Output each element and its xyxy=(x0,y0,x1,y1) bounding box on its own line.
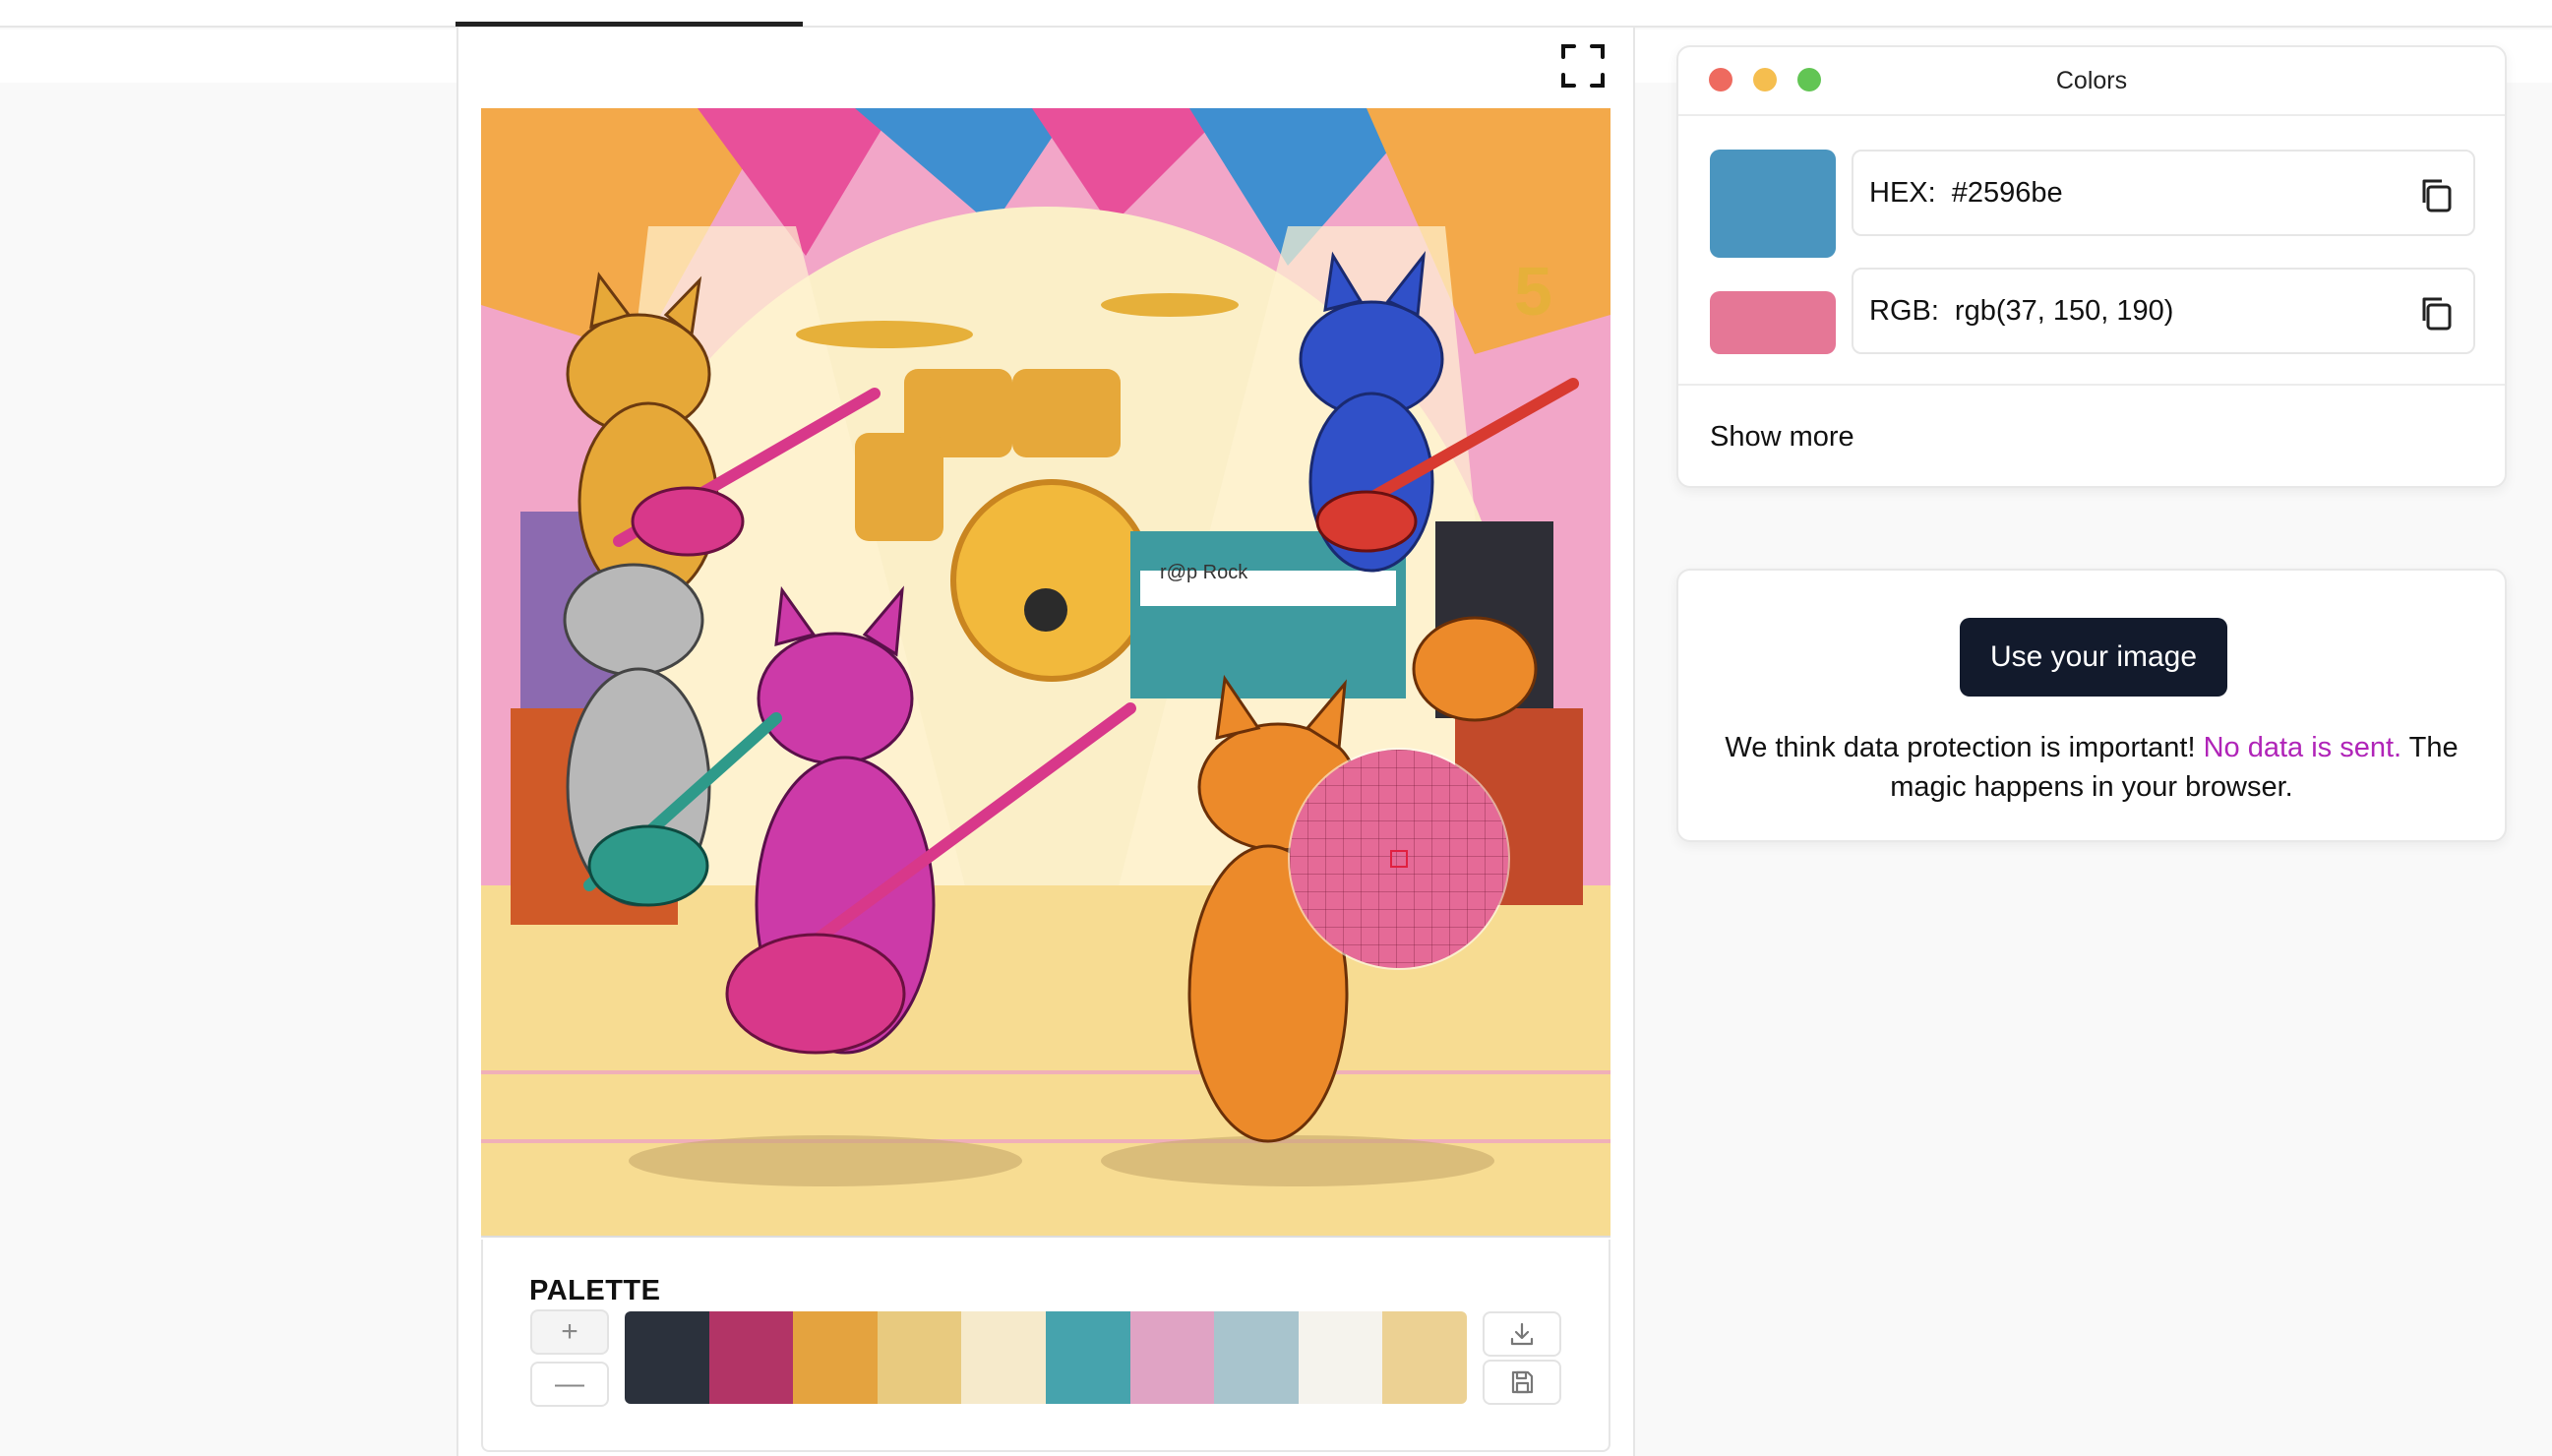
divider xyxy=(1678,384,2505,386)
palette-swatch[interactable] xyxy=(625,1311,709,1404)
palette-title: PALETTE xyxy=(529,1275,661,1306)
hex-label: HEX: xyxy=(1869,176,1936,209)
palette-swatch[interactable] xyxy=(1129,1311,1215,1404)
active-tab-indicator[interactable] xyxy=(456,22,803,27)
plus-icon: + xyxy=(561,1315,578,1348)
primary-color-swatch xyxy=(1710,150,1836,258)
upload-card: Use your image We think data protection … xyxy=(1676,569,2507,842)
palette-swatch[interactable] xyxy=(708,1311,794,1404)
minus-icon: — xyxy=(555,1367,584,1400)
save-palette-button[interactable] xyxy=(1483,1360,1561,1405)
copy-icon[interactable] xyxy=(2416,293,2456,333)
privacy-text: We think data protection is important! xyxy=(1725,732,2196,763)
save-icon xyxy=(1511,1370,1534,1394)
add-color-button[interactable]: + xyxy=(530,1309,609,1355)
palette-swatch[interactable] xyxy=(1214,1311,1299,1404)
rgb-label: RGB: xyxy=(1869,294,1939,327)
copy-icon[interactable] xyxy=(2416,175,2456,214)
secondary-color-swatch xyxy=(1710,291,1836,354)
privacy-accent: No data is sent. xyxy=(2203,732,2402,763)
hex-value[interactable]: #2596be xyxy=(1952,177,2063,210)
palette-swatch[interactable] xyxy=(793,1311,878,1404)
colors-window: Colors HEX: #2596be RGB: rgb(37, 150, 19… xyxy=(1676,45,2507,488)
fullscreen-icon[interactable] xyxy=(1560,43,1606,89)
window-title: Colors xyxy=(2055,67,2128,94)
show-more-link[interactable]: Show more xyxy=(1710,421,1854,454)
palette-swatches xyxy=(625,1311,1467,1404)
download-icon xyxy=(1510,1322,1534,1346)
rgb-field[interactable]: RGB: rgb(37, 150, 190) xyxy=(1852,268,2475,354)
palette-swatch[interactable] xyxy=(961,1311,1046,1404)
palette-swatch[interactable] xyxy=(877,1311,962,1404)
download-palette-button[interactable] xyxy=(1483,1311,1561,1357)
use-your-image-button[interactable]: Use your image xyxy=(1960,618,2227,697)
privacy-note: We think data protection is important! N… xyxy=(1698,728,2485,807)
hex-field[interactable]: HEX: #2596be xyxy=(1852,150,2475,236)
palette-swatch[interactable] xyxy=(1382,1311,1467,1404)
svg-text:5: 5 xyxy=(1514,253,1552,330)
uploaded-image[interactable]: r@p Rock 5 xyxy=(481,108,1610,1238)
window-titlebar: Colors xyxy=(1678,47,2505,116)
palette-swatch[interactable] xyxy=(1045,1311,1130,1404)
magnifier-center-pixel xyxy=(1390,850,1408,868)
rgb-value[interactable]: rgb(37, 150, 190) xyxy=(1955,295,2173,328)
palette-swatch[interactable] xyxy=(1298,1311,1383,1404)
svg-text:r@p Rock: r@p Rock xyxy=(1160,562,1248,583)
remove-color-button[interactable]: — xyxy=(530,1362,609,1407)
top-bar xyxy=(0,0,2552,28)
